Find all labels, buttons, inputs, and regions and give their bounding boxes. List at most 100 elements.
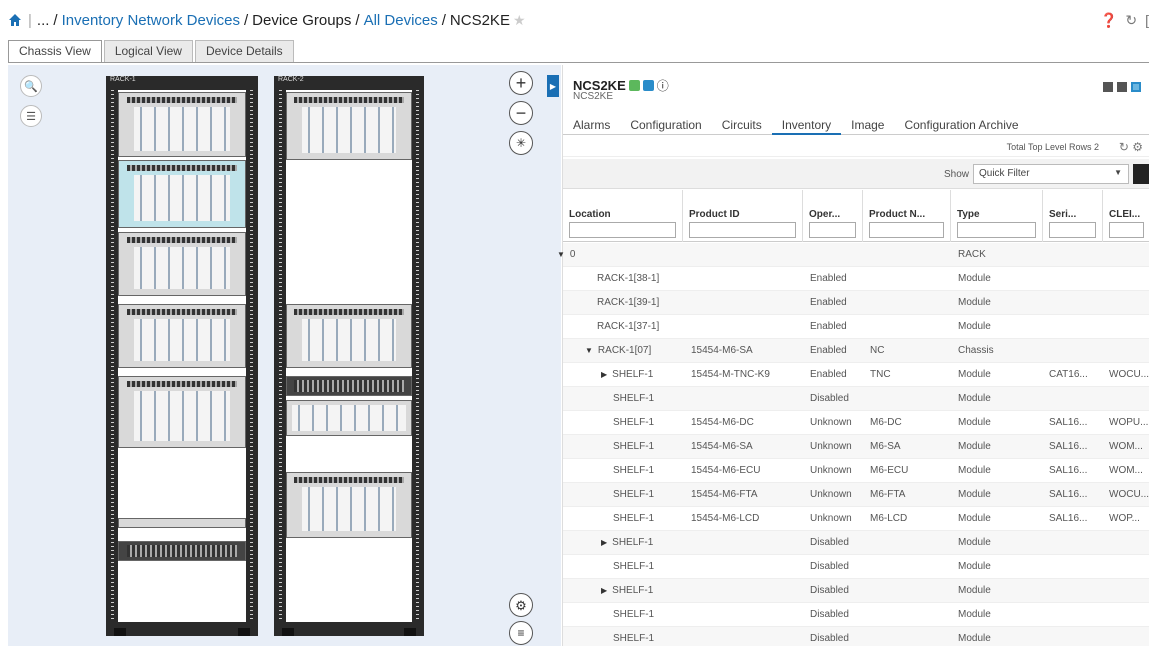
cell-serial: CAT16... (1049, 363, 1101, 387)
table-row[interactable]: RACK-1[38-1] Enabled Module (563, 267, 1149, 291)
breadcrumb-device-groups[interactable]: Device Groups (252, 12, 351, 29)
patch-panel[interactable] (286, 400, 412, 436)
column-filter-input[interactable] (957, 222, 1036, 238)
table-row[interactable]: SHELF-1 Disabled Module (563, 627, 1149, 646)
rack-interior (118, 90, 246, 622)
shelf-unit[interactable] (286, 92, 412, 160)
shelf-unit[interactable] (286, 304, 412, 368)
table-row[interactable]: ▼ RACK-1[07] 15454-M6-SA Enabled NC Chassis (563, 339, 1149, 363)
expand-row-icon[interactable]: ▶ (601, 586, 607, 595)
breadcrumb-inventory-link[interactable]: Inventory Network Devices (62, 12, 240, 29)
shelf-unit[interactable] (118, 232, 246, 296)
rack-2[interactable]: RACK-2 (274, 76, 424, 636)
info-icon[interactable]: ⓘ (657, 77, 669, 94)
view-full-icon[interactable] (1103, 82, 1113, 92)
tab-alarms[interactable]: Alarms (563, 111, 620, 134)
shelf-fan (126, 165, 238, 171)
shelf-unit[interactable] (286, 472, 412, 538)
table-row[interactable]: SHELF-1 15454-M6-FTA Unknown M6-FTA Module SA… (563, 483, 1149, 507)
table-row[interactable]: ▼ 0 RACK (557, 243, 1149, 267)
column-filter-input[interactable] (1049, 222, 1096, 238)
column-product-name[interactable]: Product N... (863, 190, 951, 242)
cell-text: RACK-1[07] (597, 345, 652, 356)
rack-1[interactable]: RACK-1 (106, 76, 258, 636)
column-filter-input[interactable] (869, 222, 944, 238)
column-oper[interactable]: Oper... (803, 190, 863, 242)
patch-panel[interactable] (118, 518, 246, 528)
settings-icon[interactable]: ⚙ (509, 593, 533, 617)
view-split-icon[interactable] (1117, 82, 1127, 92)
column-location[interactable]: Location (563, 190, 683, 242)
tab-configuration[interactable]: Configuration (620, 111, 711, 134)
table-row[interactable]: ▶ SHELF-1 Disabled Module (563, 531, 1149, 555)
table-row[interactable]: RACK-1[39-1] Enabled Module (563, 291, 1149, 315)
tab-circuits[interactable]: Circuits (712, 111, 772, 134)
quick-filter-select[interactable]: Quick Filter ▼ (973, 164, 1129, 184)
shelf-unit[interactable] (118, 304, 246, 368)
refresh-icon[interactable]: ↻ (1125, 12, 1137, 29)
tab-configuration-archive[interactable]: Configuration Archive (894, 111, 1028, 134)
legend-icon[interactable]: ☰ (20, 105, 42, 127)
zoom-icon[interactable]: 🔍 (20, 75, 42, 97)
view-side-icon[interactable] (1131, 82, 1141, 92)
column-label: CLEI... (1109, 209, 1141, 220)
cell-serial (1049, 627, 1101, 646)
cell-oper: Disabled (810, 627, 865, 646)
cell-type: Module (958, 603, 1044, 627)
table-row[interactable]: SHELF-1 Disabled Module (563, 555, 1149, 579)
menu-icon[interactable]: ≡ (509, 621, 533, 645)
filter-icon[interactable] (1133, 164, 1149, 184)
table-row[interactable]: RACK-1[37-1] Enabled Module (563, 315, 1149, 339)
table-row[interactable]: ▶ SHELF-1 Disabled Module (563, 579, 1149, 603)
collapse-row-icon[interactable]: ▼ (585, 346, 593, 355)
fit-icon[interactable]: ✳ (509, 131, 533, 155)
shelf-fan (126, 381, 238, 387)
star-icon[interactable]: ★ (513, 12, 526, 29)
zoom-out-icon[interactable]: − (509, 101, 533, 125)
chassis-view-canvas[interactable]: 🔍 ☰ RACK-1 RACK-2 + − ✳ ⚙ ≡ (8, 65, 561, 646)
shelf-unit[interactable] (118, 92, 246, 157)
column-filter-input[interactable] (809, 222, 856, 238)
help-icon[interactable]: ❓ (1100, 12, 1117, 29)
column-type[interactable]: Type (951, 190, 1043, 242)
gear-icon[interactable]: ↻ ⚙ (1119, 137, 1143, 157)
collapse-arrow-icon[interactable]: ▶ (547, 75, 559, 97)
column-product-id[interactable]: Product ID (683, 190, 803, 242)
expand-row-icon[interactable]: ▶ (601, 538, 607, 547)
table-row[interactable]: SHELF-1 15454-M6-SA Unknown M6-SA Module SAL1… (563, 435, 1149, 459)
cell-product-name (870, 315, 950, 339)
tab-chassis-view[interactable]: Chassis View (8, 40, 102, 62)
table-row[interactable]: SHELF-1 Disabled Module (563, 603, 1149, 627)
table-row[interactable]: SHELF-1 15454-M6-LCD Unknown M6-LCD Module SA… (563, 507, 1149, 531)
shelf-fan (294, 380, 404, 392)
expand-row-icon[interactable]: ▶ (601, 370, 607, 379)
breadcrumb-all-devices-link[interactable]: All Devices (364, 12, 438, 29)
shelf-unit[interactable] (118, 376, 246, 448)
shelf-unit-selected[interactable] (118, 160, 246, 228)
tab-inventory[interactable]: Inventory (771, 111, 842, 135)
column-filter-input[interactable] (569, 222, 676, 238)
table-row[interactable]: SHELF-1 Disabled Module (563, 387, 1149, 411)
layout-icon[interactable]: [ (1145, 12, 1149, 29)
home-icon[interactable] (8, 13, 22, 27)
collapse-row-icon[interactable]: ▼ (557, 250, 565, 259)
cell-text: Enabled (810, 321, 847, 332)
table-row[interactable]: ▶ SHELF-1 15454-M-TNC-K9 Enabled TNC Module CA… (563, 363, 1149, 387)
cell-clei (1109, 555, 1149, 579)
table-row[interactable]: SHELF-1 15454-M6-ECU Unknown M6-ECU Module SA… (563, 459, 1149, 483)
table-row[interactable]: SHELF-1 15454-M6-DC Unknown M6-DC Module SAL1… (563, 411, 1149, 435)
column-serial[interactable]: Seri... (1043, 190, 1103, 242)
cell-clei: WOM... (1109, 459, 1149, 483)
tab-logical-view[interactable]: Logical View (103, 40, 193, 62)
column-filter-input[interactable] (1109, 222, 1144, 238)
tab-image[interactable]: Image (841, 111, 894, 134)
cell-product-name: NC (870, 339, 950, 363)
fan-tray[interactable] (118, 541, 246, 561)
breadcrumb-ellipsis[interactable]: ... (37, 12, 50, 29)
column-filter-input[interactable] (689, 222, 796, 238)
zoom-in-icon[interactable]: + (509, 71, 533, 95)
column-clei[interactable]: CLEI... (1103, 190, 1149, 242)
tab-device-details[interactable]: Device Details (194, 40, 294, 62)
breadcrumb: | ... / Inventory Network Devices / Devi… (8, 9, 526, 31)
fan-tray[interactable] (286, 376, 412, 396)
